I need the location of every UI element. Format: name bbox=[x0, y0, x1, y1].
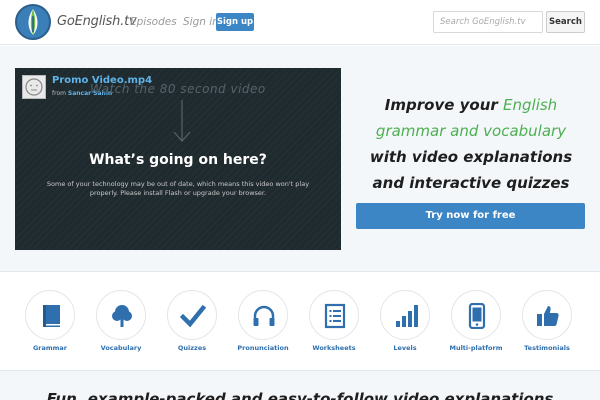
nav-sign-in[interactable]: Sign in bbox=[183, 16, 219, 28]
bar-levels-icon bbox=[396, 305, 418, 327]
nav-episodes[interactable]: Episodes bbox=[130, 16, 177, 28]
tagline-line-1: Improve your English bbox=[355, 92, 587, 118]
video-player[interactable]: Promo Video.mp4 from Sancar Sahin Watch … bbox=[15, 68, 341, 250]
avatar[interactable] bbox=[22, 75, 46, 99]
feature-vocabulary[interactable]: Vocabulary bbox=[91, 290, 151, 360]
phone-icon bbox=[468, 303, 486, 329]
brand-name[interactable]: GoEnglish.tv bbox=[57, 14, 137, 29]
arrow-down-icon bbox=[173, 100, 191, 142]
tagline-english: English bbox=[503, 96, 558, 114]
tagline-improve: Improve your bbox=[384, 96, 504, 114]
features-row: Grammar Vocabulary Quizzes Pronunciation… bbox=[0, 290, 600, 360]
feature-quizzes[interactable]: Quizzes bbox=[162, 290, 222, 360]
video-handwritten-note: Watch the 80 second video bbox=[90, 82, 266, 96]
checkmark-icon bbox=[180, 304, 206, 328]
feature-label: Worksheets bbox=[312, 344, 356, 352]
feature-circle bbox=[380, 290, 430, 340]
sign-up-button[interactable]: Sign up bbox=[216, 13, 254, 31]
tagline-line-3: with video explanations bbox=[369, 148, 573, 166]
thumbs-up-icon bbox=[537, 306, 559, 326]
feature-circle bbox=[522, 290, 572, 340]
feature-grammar[interactable]: Grammar bbox=[20, 290, 80, 360]
hero-section: Promo Video.mp4 from Sancar Sahin Watch … bbox=[0, 46, 600, 272]
feature-testimonials[interactable]: Testimonials bbox=[517, 290, 577, 360]
feature-multi-platform[interactable]: Multi-platform bbox=[446, 290, 506, 360]
feature-label: Pronunciation bbox=[237, 344, 289, 352]
video-error-heading: What’s going on here? bbox=[89, 152, 267, 168]
search-button[interactable]: Search bbox=[546, 11, 585, 33]
hero-tagline: Improve your English grammar and vocabul… bbox=[355, 92, 587, 196]
feature-circle bbox=[96, 290, 146, 340]
feature-worksheets[interactable]: Worksheets bbox=[304, 290, 364, 360]
bottom-section: Fun, example-packed and easy-to-follow v… bbox=[0, 370, 600, 400]
tagline-line-2: grammar and vocabulary bbox=[375, 122, 567, 140]
feature-label: Multi-platform bbox=[449, 344, 503, 352]
worksheet-icon bbox=[324, 303, 346, 329]
feature-circle bbox=[167, 290, 217, 340]
headphones-icon bbox=[253, 305, 275, 326]
feature-label: Testimonials bbox=[524, 344, 570, 352]
video-error-message: Some of your technology may be out of da… bbox=[46, 180, 310, 197]
site-header: GoEnglish.tv Episodes Sign in Sign up Se… bbox=[0, 0, 600, 45]
feature-label: Quizzes bbox=[177, 344, 207, 352]
feature-circle bbox=[25, 290, 75, 340]
book-icon bbox=[43, 305, 60, 327]
feature-label: Levels bbox=[393, 344, 417, 352]
feature-label: Vocabulary bbox=[100, 344, 142, 352]
feature-circle bbox=[309, 290, 359, 340]
feature-pronunciation[interactable]: Pronunciation bbox=[233, 290, 293, 360]
video-from-label: from bbox=[52, 90, 66, 97]
tagline-line-4: and interactive quizzes bbox=[372, 174, 570, 192]
try-now-button[interactable]: Try now for free bbox=[356, 203, 585, 229]
logo-icon[interactable] bbox=[15, 4, 51, 40]
feature-circle bbox=[451, 290, 501, 340]
search-input[interactable]: Search GoEnglish.tv bbox=[433, 11, 543, 33]
section-heading: Fun, example-packed and easy-to-follow v… bbox=[46, 390, 554, 400]
feature-label: Grammar bbox=[32, 344, 68, 352]
feature-circle bbox=[238, 290, 288, 340]
tree-icon bbox=[112, 305, 132, 327]
feature-levels[interactable]: Levels bbox=[375, 290, 435, 360]
